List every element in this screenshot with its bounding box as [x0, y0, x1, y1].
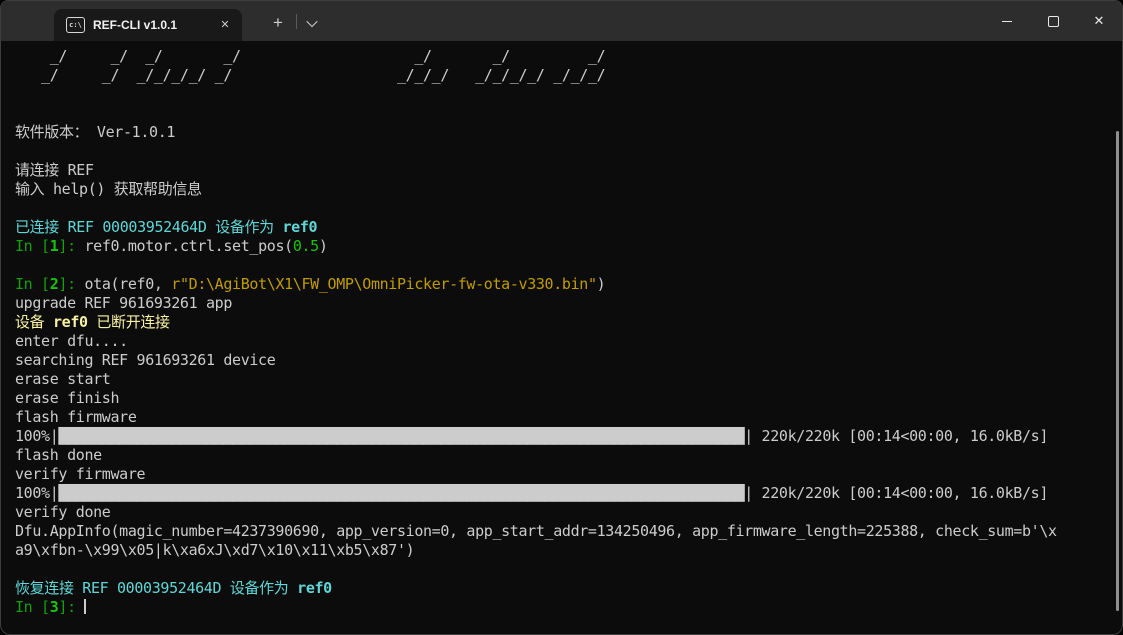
terminal-line: In [3]: — [15, 598, 1122, 617]
maximize-button[interactable] — [1030, 1, 1076, 41]
terminal-line: 软件版本： Ver-1.0.1 — [15, 123, 1122, 142]
terminal-line: 恢复连接 REF 00003952464D 设备作为 ref0 — [15, 579, 1122, 598]
terminal-line: flash done — [15, 446, 1122, 465]
maximize-icon — [1048, 16, 1059, 27]
new-tab-button[interactable]: + — [264, 9, 292, 37]
terminal-line: _/ _/ _/ _/ _/ _/ _/ — [15, 47, 1122, 66]
terminal-line — [15, 142, 1122, 161]
terminal-output[interactable]: _/ _/ _/ _/ _/ _/ _/ _/ _/ _/_/_/_/ _/ _… — [1, 41, 1122, 634]
terminal-line: In [1]: ref0.motor.ctrl.set_pos(0.5) — [15, 237, 1122, 256]
minimize-button[interactable] — [984, 1, 1030, 41]
terminal-line — [15, 199, 1122, 218]
titlebar[interactable]: c:\ REF-CLI v1.0.1 ✕ + ✕ — [1, 1, 1122, 41]
terminal-line: erase start — [15, 370, 1122, 389]
terminal-line: searching REF 961693261 device — [15, 351, 1122, 370]
tab-bar-divider — [296, 14, 297, 29]
terminal-line — [15, 85, 1122, 104]
terminal-line: flash firmware — [15, 408, 1122, 427]
close-icon: ✕ — [1094, 14, 1105, 29]
minimize-icon — [1002, 21, 1012, 22]
tab-ref-cli[interactable]: c:\ REF-CLI v1.0.1 ✕ — [54, 9, 242, 41]
tab-title: REF-CLI v1.0.1 — [93, 18, 208, 32]
terminal-line: 100%|███████████████████████████████████… — [15, 484, 1122, 503]
terminal-line: 100%|███████████████████████████████████… — [15, 427, 1122, 446]
terminal-line — [15, 256, 1122, 275]
terminal-line: verify done — [15, 503, 1122, 522]
scrollbar[interactable] — [1116, 131, 1119, 611]
terminal-line: upgrade REF 961693261 app — [15, 294, 1122, 313]
terminal-line: verify firmware — [15, 465, 1122, 484]
chevron-down-icon — [306, 16, 317, 27]
terminal-line: a9\xfbn-\x99\x05|k\xa6xJ\xd7\x10\x11\xb5… — [15, 541, 1122, 560]
tab-close-icon[interactable]: ✕ — [216, 16, 234, 34]
terminal-line: enter dfu.... — [15, 332, 1122, 351]
text-cursor — [84, 599, 86, 614]
terminal-line: In [2]: ota(ref0, r"D:\AgiBot\X1\FW_OMP\… — [15, 275, 1122, 294]
terminal-window: c:\ REF-CLI v1.0.1 ✕ + ✕ _/ _/ _/ _/ _/ … — [0, 0, 1123, 635]
terminal-line — [15, 104, 1122, 123]
terminal-line: _/ _/ _/_/_/_/ _/ _/_/_/ _/_/_/_/ _/_/_/ — [15, 66, 1122, 85]
terminal-line — [15, 560, 1122, 579]
terminal-line: 输入 help() 获取帮助信息 — [15, 180, 1122, 199]
cmd-icon: c:\ — [66, 17, 85, 33]
terminal-line: Dfu.AppInfo(magic_number=4237390690, app… — [15, 522, 1122, 541]
window-close-button[interactable]: ✕ — [1076, 1, 1122, 41]
terminal-line: 设备 ref0 已断开连接 — [15, 313, 1122, 332]
tab-dropdown-button[interactable] — [298, 9, 326, 37]
terminal-line: 已连接 REF 00003952464D 设备作为 ref0 — [15, 218, 1122, 237]
terminal-line: erase finish — [15, 389, 1122, 408]
terminal-line: 请连接 REF — [15, 161, 1122, 180]
